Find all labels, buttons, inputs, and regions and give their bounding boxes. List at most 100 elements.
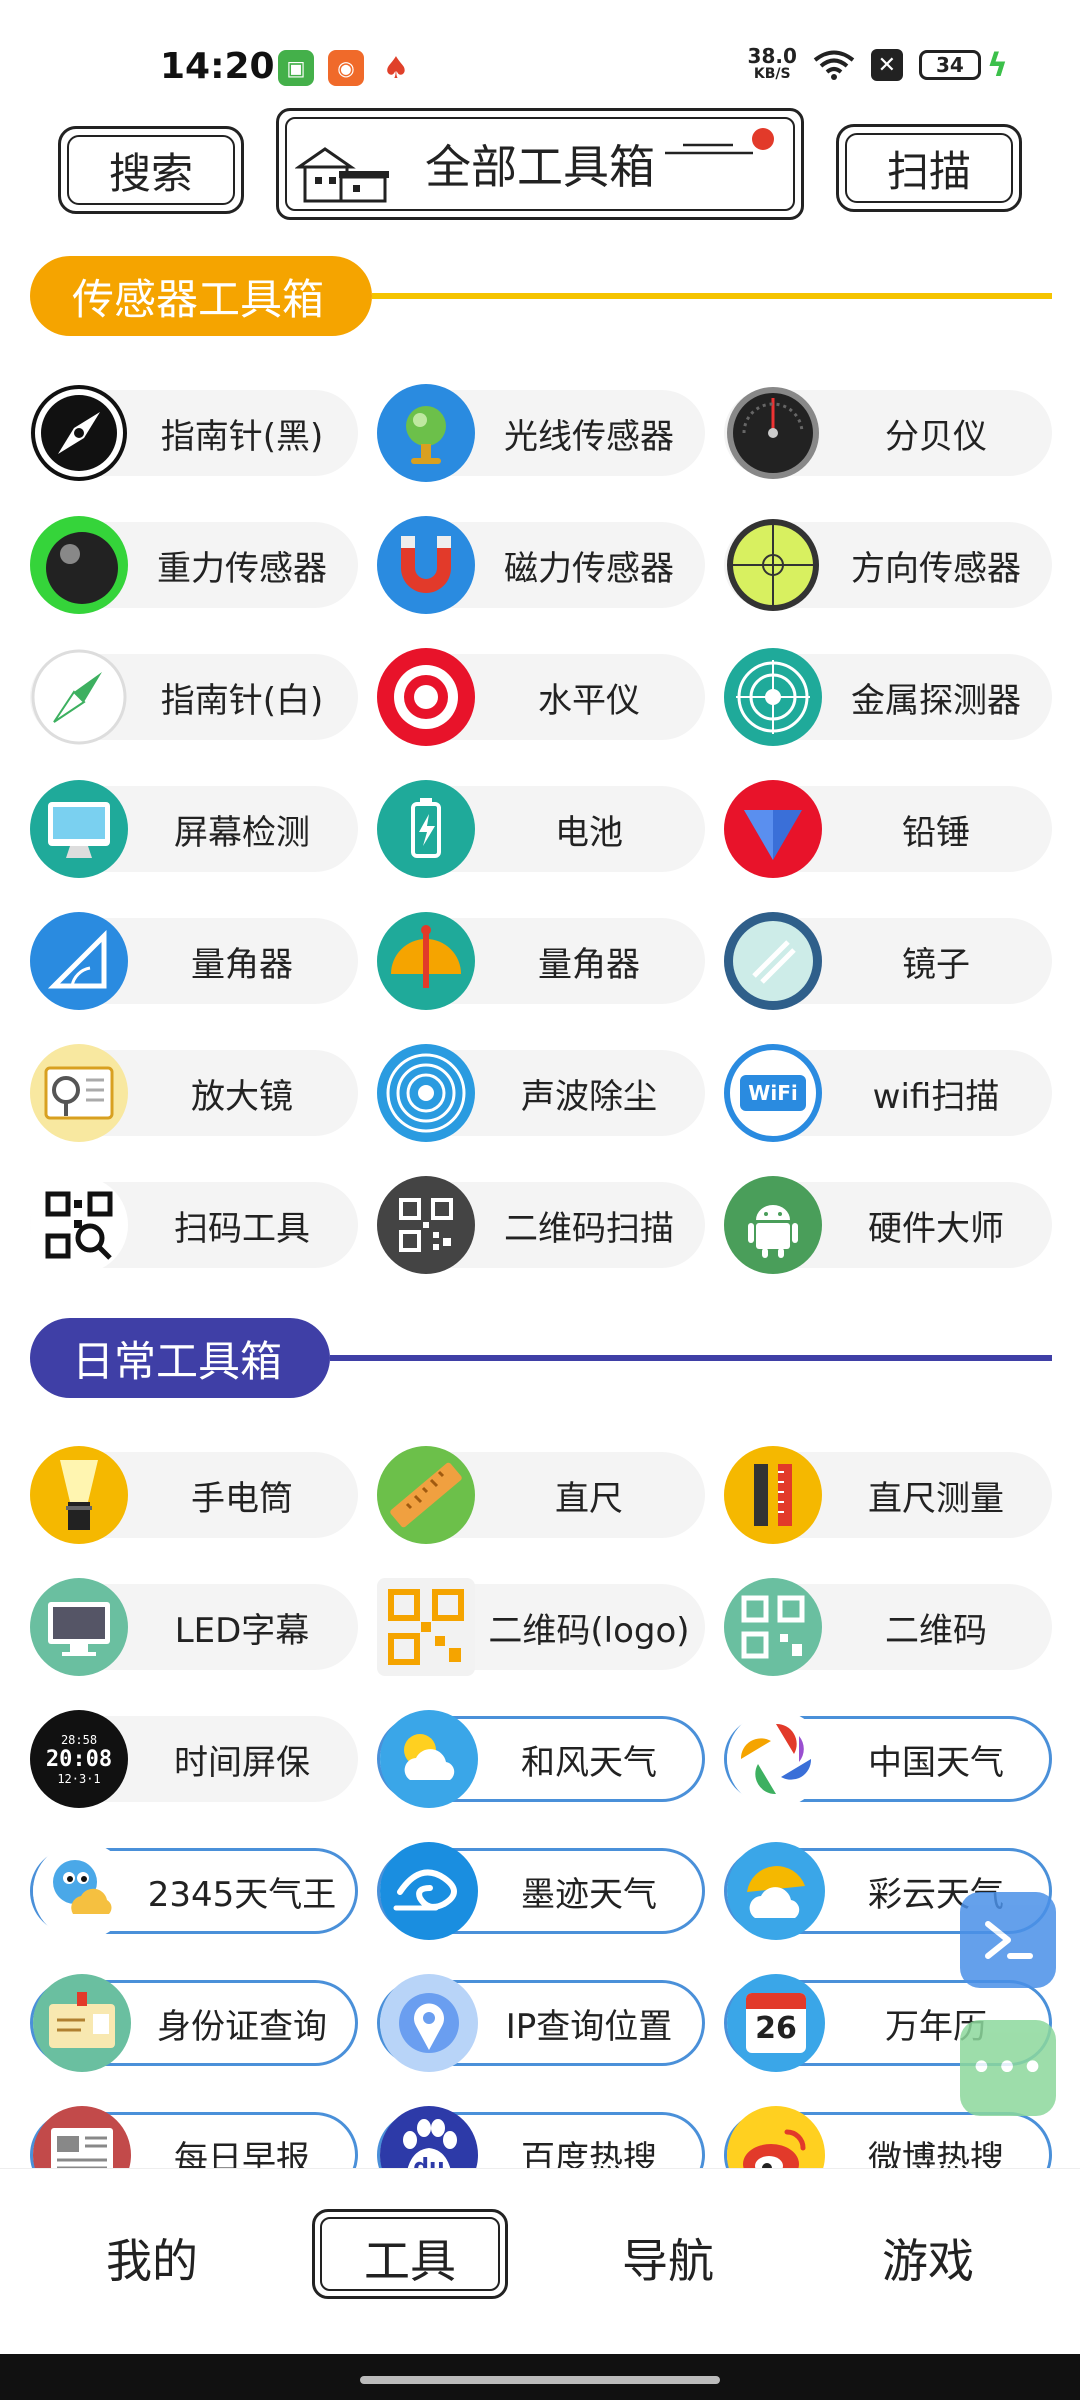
tool-label: 方向传感器 bbox=[851, 548, 1021, 589]
nav-tab-navigation[interactable]: 导航 bbox=[568, 2225, 768, 2291]
tool-label: 和风天气 bbox=[521, 1742, 657, 1783]
tool-gravity-sensor[interactable]: 重力传感器 bbox=[30, 516, 358, 614]
tool-ruler-measure[interactable]: 直尺测量 bbox=[724, 1446, 1052, 1544]
nav-tab-tools[interactable]: 工具 bbox=[310, 2225, 510, 2291]
android-notification-icon: ▣ bbox=[278, 50, 314, 86]
tool-level[interactable]: 水平仪 bbox=[377, 648, 705, 746]
tool-decibel-meter[interactable]: 分贝仪 bbox=[724, 387, 1052, 479]
tool-label: 手电筒 bbox=[191, 1478, 293, 1519]
no-sim-icon: ✕ bbox=[870, 49, 903, 81]
decibel-meter-icon bbox=[724, 384, 822, 482]
caiyun-weather-icon bbox=[727, 1842, 825, 1940]
tool-clock-screensaver[interactable]: 28:58 20:08 12·3·1 时间屏保 bbox=[30, 1710, 358, 1808]
more-float-button[interactable]: ••• bbox=[960, 2020, 1056, 2116]
qr-logo-icon bbox=[377, 1578, 475, 1676]
page-title: 全部工具箱 bbox=[425, 140, 655, 194]
tool-label: 镜子 bbox=[902, 944, 970, 985]
android-icon bbox=[724, 1176, 822, 1274]
house-icon bbox=[295, 147, 389, 203]
tool-magnifier[interactable]: 放大镜 bbox=[30, 1044, 358, 1142]
scan-code-icon bbox=[30, 1176, 128, 1274]
tool-ip-location[interactable]: IP查询位置 bbox=[377, 1974, 705, 2072]
china-weather-icon bbox=[727, 1710, 825, 1808]
tool-id-card-lookup[interactable]: 身份证查询 bbox=[30, 1974, 358, 2072]
magnifier-icon bbox=[30, 1044, 128, 1142]
battery-indicator: 34 bbox=[918, 50, 981, 80]
tool-metal-detector[interactable]: 金属探测器 bbox=[724, 648, 1052, 746]
tool-protractor-2[interactable]: 量角器 bbox=[377, 912, 705, 1010]
weather-sun-cloud-icon bbox=[380, 1710, 478, 1808]
compass-white-icon bbox=[30, 648, 128, 746]
tool-magnetic-sensor[interactable]: 磁力传感器 bbox=[377, 516, 705, 614]
section-divider bbox=[330, 1355, 1052, 1361]
tool-label: 指南针(黑) bbox=[160, 416, 324, 457]
tool-compass-white[interactable]: 指南针(白) bbox=[30, 649, 358, 745]
tool-screen-test[interactable]: 屏幕检测 bbox=[30, 780, 358, 878]
status-bar: 14:20 ▣ ◉ ♠ 38.0 KB/S ✕ 34 ϟ bbox=[0, 0, 1080, 110]
qr-scan-icon bbox=[377, 1176, 475, 1274]
search-button[interactable]: 搜索 bbox=[58, 126, 244, 214]
qr-code-icon bbox=[724, 1578, 822, 1676]
moji-weather-icon bbox=[380, 1842, 478, 1940]
tool-label: 二维码扫描 bbox=[504, 1208, 674, 1249]
tool-protractor[interactable]: 量角器 bbox=[30, 912, 358, 1010]
tool-ruler[interactable]: 直尺 bbox=[377, 1446, 705, 1544]
sound-wave-icon bbox=[377, 1044, 475, 1142]
toolbox-title-banner[interactable]: 全部工具箱 bbox=[276, 108, 804, 220]
tool-2345-weather[interactable]: 2345天气王 bbox=[30, 1842, 358, 1940]
tool-mirror[interactable]: 镜子 bbox=[724, 912, 1052, 1010]
section-divider bbox=[372, 293, 1052, 299]
plumb-bob-icon bbox=[724, 780, 822, 878]
target-icon bbox=[377, 648, 475, 746]
tool-label: 硬件大师 bbox=[868, 1208, 1004, 1249]
scan-button[interactable]: 扫描 bbox=[836, 124, 1022, 212]
tool-label: 直尺 bbox=[555, 1478, 623, 1519]
tool-flashlight[interactable]: 手电筒 bbox=[30, 1446, 358, 1544]
bottom-nav: 我的 工具 导航 游戏 bbox=[0, 2168, 1080, 2354]
sun-cloud-decoration-icon bbox=[665, 128, 774, 155]
tool-wifi-scan[interactable]: WiFi wifi扫描 bbox=[724, 1044, 1052, 1142]
sensor-section-header: 传感器工具箱 bbox=[30, 256, 1052, 336]
tool-compass-black[interactable]: 指南针(黑) bbox=[30, 385, 358, 481]
level-bubble-icon bbox=[724, 516, 822, 614]
home-gesture-handle[interactable] bbox=[360, 2376, 720, 2384]
tool-moji-weather[interactable]: 墨迹天气 bbox=[377, 1842, 705, 1940]
tool-china-weather[interactable]: 中国天气 bbox=[724, 1710, 1052, 1808]
tool-orientation-sensor[interactable]: 方向传感器 bbox=[724, 519, 1052, 611]
tool-label: 扫码工具 bbox=[174, 1208, 310, 1249]
tool-scan-code[interactable]: 扫码工具 bbox=[30, 1176, 358, 1274]
tool-label: 铅锤 bbox=[902, 812, 970, 853]
gesture-bar-area bbox=[0, 2354, 1080, 2400]
tool-plumb-bob[interactable]: 铅锤 bbox=[724, 780, 1052, 878]
tool-hardware-master[interactable]: 硬件大师 bbox=[724, 1176, 1052, 1274]
tool-label: 指南针(白) bbox=[160, 680, 324, 721]
compass-black-icon bbox=[30, 384, 128, 482]
tool-sound-wave-dust[interactable]: 声波除尘 bbox=[377, 1044, 705, 1142]
terminal-float-button[interactable] bbox=[960, 1892, 1056, 1988]
tool-label: 量角器 bbox=[538, 944, 640, 985]
tool-hefeng-weather[interactable]: 和风天气 bbox=[377, 1710, 705, 1808]
tool-label: 2345天气王 bbox=[147, 1874, 337, 1915]
tool-qr-scan[interactable]: 二维码扫描 bbox=[377, 1176, 705, 1274]
location-pin-icon bbox=[380, 1974, 478, 2072]
tool-label: 光线传感器 bbox=[504, 416, 674, 457]
magnet-icon bbox=[377, 516, 475, 614]
tool-label: IP查询位置 bbox=[505, 2006, 673, 2047]
more-dots-icon: ••• bbox=[969, 2045, 1047, 2091]
nav-tab-mine[interactable]: 我的 bbox=[52, 2225, 252, 2291]
radar-icon bbox=[724, 648, 822, 746]
light-sensor-icon bbox=[377, 384, 475, 482]
tool-battery[interactable]: 电池 bbox=[377, 780, 705, 878]
tool-qr-logo[interactable]: 二维码(logo) bbox=[377, 1578, 705, 1676]
calendar-icon: 26 bbox=[727, 1974, 825, 2072]
tool-label: 重力传感器 bbox=[157, 548, 327, 589]
nav-tab-games[interactable]: 游戏 bbox=[828, 2225, 1028, 2291]
tool-led-banner[interactable]: LED字幕 bbox=[30, 1578, 358, 1676]
section-title: 日常工具箱 bbox=[30, 1318, 330, 1398]
tool-qr-code[interactable]: 二维码 bbox=[724, 1578, 1052, 1676]
tool-label: 身份证查询 bbox=[157, 2006, 327, 2047]
tool-light-sensor[interactable]: 光线传感器 bbox=[377, 384, 705, 482]
tool-label: 直尺测量 bbox=[868, 1478, 1004, 1519]
sensor-tool-grid: 指南针(黑) 光线传感器 分贝仪 重力传感器 磁力传感器 方向传感器 指南针(白… bbox=[30, 384, 1052, 1274]
daily-section-header: 日常工具箱 bbox=[30, 1318, 1052, 1398]
